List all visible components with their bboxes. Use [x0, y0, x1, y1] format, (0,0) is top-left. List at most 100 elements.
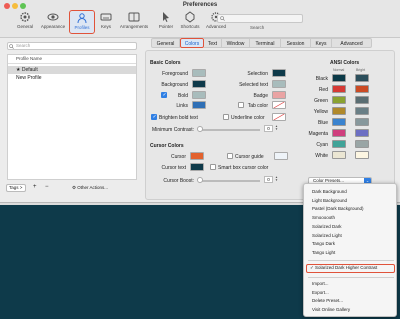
- menu-item-action[interactable]: Delete Preset...: [312, 298, 343, 303]
- min-contrast-stepper[interactable]: ▲ ▼: [275, 125, 278, 132]
- smart-box-label: Smart box cursor color: [218, 165, 269, 171]
- ansi-normal-magenta-swatch[interactable]: [332, 129, 346, 137]
- cursor-boost-slider[interactable]: [198, 180, 260, 182]
- min-contrast-knob[interactable]: [197, 126, 203, 132]
- ansi-bright-green-swatch[interactable]: [355, 96, 369, 104]
- menu-item-preset[interactable]: Smoooooth: [312, 215, 335, 220]
- remove-profile-button[interactable]: −: [45, 184, 49, 191]
- menu-item-preset[interactable]: Solarized Light: [312, 233, 342, 238]
- menu-item-preset[interactable]: Tango Light: [312, 250, 335, 255]
- ansi-bright-blue-swatch[interactable]: [355, 118, 369, 126]
- ansi-bright-black-swatch[interactable]: [355, 74, 369, 82]
- badge-swatch[interactable]: [272, 91, 286, 99]
- profile-name-header[interactable]: Profile Name: [8, 55, 136, 64]
- cursor-guide-checkbox[interactable]: [227, 153, 233, 159]
- cursor-guide-swatch[interactable]: [274, 152, 288, 160]
- ansi-label-yellow: Yellow: [313, 109, 328, 115]
- ansi-normal-white-swatch[interactable]: [332, 151, 346, 159]
- ansi-bright-yellow-swatch[interactable]: [355, 107, 369, 115]
- cursor-boost-knob[interactable]: [197, 177, 203, 183]
- ansi-bright-cyan-swatch[interactable]: [355, 140, 369, 148]
- ansi-bright-magenta-swatch[interactable]: [355, 129, 369, 137]
- underline-color-checkbox[interactable]: [223, 114, 229, 120]
- menu-separator: [308, 277, 394, 278]
- ansi-label-blue: Blue: [317, 120, 328, 126]
- ansi-label-cyan: Cyan: [316, 142, 328, 148]
- tab-color-swatch[interactable]: [272, 101, 286, 109]
- ansi-normal-green-swatch[interactable]: [332, 96, 346, 104]
- menu-item-preset[interactable]: Solarized Dark: [312, 224, 342, 229]
- cursor-boost-value[interactable]: 0: [264, 176, 273, 183]
- search-label: Search: [250, 25, 265, 30]
- ansi-normal-blue-swatch[interactable]: [332, 118, 346, 126]
- ansi-normal-header: Normal: [333, 68, 345, 72]
- keyboard-icon: [100, 13, 112, 21]
- ansi-normal-black-swatch[interactable]: [332, 74, 346, 82]
- ansi-normal-red-swatch[interactable]: [332, 85, 346, 93]
- search-icon: [220, 16, 225, 21]
- min-contrast-value[interactable]: 0: [264, 125, 273, 132]
- smart-box-checkbox[interactable]: [210, 164, 216, 170]
- cursor-guide-label: Cursor guide: [235, 154, 264, 160]
- ansi-bright-red-swatch[interactable]: [355, 85, 369, 93]
- brighten-bold-checkbox[interactable]: [151, 114, 157, 120]
- basic-colors-heading: Basic Colors: [150, 60, 181, 66]
- underline-color-swatch[interactable]: [272, 113, 286, 121]
- toolbar-profiles[interactable]: Profiles: [69, 10, 95, 34]
- brighten-bold-label: Brighten bold text: [159, 115, 198, 121]
- toolbar-arrangements[interactable]: Arrangements: [118, 10, 150, 34]
- cursor-colors-heading: Cursor Colors: [150, 143, 184, 149]
- tab-window[interactable]: Window: [222, 38, 250, 48]
- toolbar-pointer[interactable]: Pointer: [153, 10, 179, 34]
- selected-text-label: Selected text: [239, 82, 268, 88]
- cursor-swatch[interactable]: [190, 152, 204, 160]
- tags-button[interactable]: Tags >: [6, 184, 26, 192]
- menu-item-action[interactable]: Visit Online Gallery: [312, 307, 350, 312]
- tab-session[interactable]: Session: [281, 38, 311, 48]
- toolbar-search-input[interactable]: [217, 14, 303, 23]
- toolbar-shortcuts[interactable]: Shortcuts: [177, 10, 203, 34]
- menu-item-action[interactable]: Import...: [312, 281, 329, 286]
- profile-row-new[interactable]: New Profile: [8, 74, 136, 82]
- ansi-label-red: Red: [318, 87, 328, 93]
- window-arrangement-icon: [128, 12, 140, 22]
- selected-text-swatch[interactable]: [272, 80, 286, 88]
- add-profile-button[interactable]: +: [33, 184, 37, 191]
- min-contrast-slider[interactable]: [198, 129, 260, 131]
- foreground-swatch[interactable]: [192, 69, 206, 77]
- ansi-normal-yellow-swatch[interactable]: [332, 107, 346, 115]
- tab-general[interactable]: General: [151, 38, 180, 48]
- profile-search-input[interactable]: Search: [7, 42, 137, 50]
- links-swatch[interactable]: [192, 101, 206, 109]
- toolbar-keys[interactable]: Keys: [93, 10, 119, 34]
- bold-checkbox[interactable]: [161, 92, 167, 98]
- tab-text[interactable]: Text: [204, 38, 222, 48]
- toolbar-appearance[interactable]: Appearance: [40, 10, 66, 34]
- bold-swatch[interactable]: [192, 91, 206, 99]
- menu-item-preset[interactable]: Tango Dark: [312, 241, 335, 246]
- profile-row-default[interactable]: ★ Default: [8, 66, 136, 74]
- person-icon: [77, 13, 87, 24]
- tab-keys[interactable]: Keys: [311, 38, 332, 48]
- preferences-window: Preferences General Appearance Profiles …: [0, 0, 400, 203]
- menu-item-preset[interactable]: Dark Background: [312, 189, 347, 194]
- ansi-bright-white-swatch[interactable]: [355, 151, 369, 159]
- menu-item-action[interactable]: Export...: [312, 290, 329, 295]
- menu-item-preset[interactable]: Pastel (Dark Background): [312, 206, 364, 211]
- tab-advanced[interactable]: Advanced: [332, 38, 372, 48]
- pointer-icon: [163, 12, 169, 22]
- window-title: Preferences: [182, 2, 218, 8]
- menu-item-preset[interactable]: Light Background: [312, 198, 347, 203]
- background-swatch[interactable]: [192, 80, 206, 88]
- menu-item-solarized-dark-higher-contrast[interactable]: ✓ Solarized Dark Higher Contrast: [306, 264, 395, 273]
- ansi-normal-cyan-swatch[interactable]: [332, 140, 346, 148]
- other-actions-button[interactable]: ⚙ Other Actions...: [72, 184, 127, 192]
- tab-colors[interactable]: Colors: [180, 38, 204, 48]
- ansi-label-white: White: [315, 153, 328, 159]
- cursor-boost-stepper[interactable]: ▲ ▼: [275, 176, 278, 183]
- toolbar-general[interactable]: General: [12, 10, 38, 34]
- selection-swatch[interactable]: [272, 69, 286, 77]
- tab-terminal[interactable]: Terminal: [250, 38, 281, 48]
- cursor-text-swatch[interactable]: [190, 163, 204, 171]
- badge-label: Badge: [253, 93, 268, 99]
